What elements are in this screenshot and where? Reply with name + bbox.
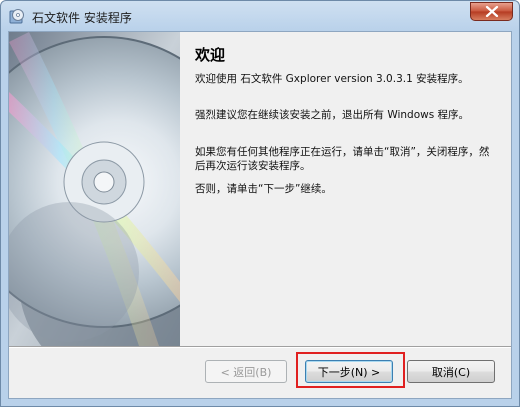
close-icon — [485, 6, 499, 17]
close-programs-paragraph: 强烈建议您在继续该安装之前，退出所有 Windows 程序。 — [195, 109, 470, 121]
button-area-divider — [9, 346, 511, 348]
close-button[interactable] — [470, 2, 513, 21]
welcome-heading: 欢迎 — [195, 46, 226, 64]
window-title: 石文软件 安装程序 — [32, 11, 132, 25]
continue-instructions-paragraph: 否则，请单击“下一步”继续。 — [195, 183, 332, 195]
installer-window: 石文软件 安装程序 欢迎 欢迎使用 石文软件 Gxplorer version … — [0, 0, 520, 407]
installer-cd-icon — [9, 8, 25, 24]
welcome-paragraph: 欢迎使用 石文软件 Gxplorer version 3.0.3.1 安装程序。 — [195, 73, 469, 85]
title-bar[interactable]: 石文软件 安装程序 — [1, 1, 519, 31]
cancel-instructions-paragraph: 如果您有任何其他程序正在运行，请单击“取消”，关闭程序，然后再次运行该安装程序。 — [195, 146, 490, 172]
dialog-client-area: 欢迎 欢迎使用 石文软件 Gxplorer version 3.0.3.1 安装… — [8, 31, 512, 399]
cd-disc-banner-image — [9, 32, 180, 346]
cancel-button[interactable]: 取消(C) — [407, 360, 495, 383]
welcome-content-panel: 欢迎 欢迎使用 石文软件 Gxplorer version 3.0.3.1 安装… — [180, 32, 511, 346]
next-button-highlight-box — [296, 352, 405, 388]
back-button[interactable]: < 返回(B) — [205, 360, 287, 383]
